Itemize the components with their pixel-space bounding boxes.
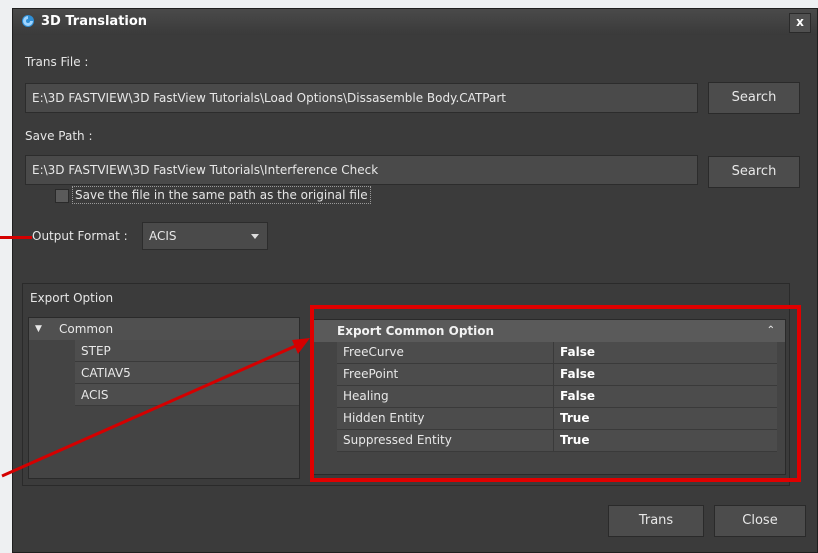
trans-file-input[interactable]: E:\3D FASTVIEW\3D FastView Tutorials\Loa… [25, 83, 698, 113]
property-name: FreePoint [343, 367, 399, 381]
property-value[interactable]: False [553, 364, 595, 385]
property-row[interactable]: Healing False [337, 386, 777, 408]
property-name: Healing [343, 389, 389, 403]
chevron-down-icon [251, 234, 259, 239]
property-name: Hidden Entity [343, 411, 425, 425]
property-grid-header[interactable]: Export Common Option ⌃ [311, 320, 785, 342]
save-path-input[interactable]: E:\3D FASTVIEW\3D FastView Tutorials\Int… [25, 155, 698, 185]
property-grid: Export Common Option ⌃ FreeCurve False F… [310, 319, 786, 475]
dialog-titlebar: 3D Translation x [13, 9, 817, 35]
app-logo-icon [22, 15, 34, 27]
property-row[interactable]: FreeCurve False [337, 342, 777, 364]
property-value[interactable]: False [553, 342, 595, 363]
annotation-pointer-line [0, 236, 32, 239]
property-value[interactable]: False [553, 386, 595, 407]
property-grid-title: Export Common Option [337, 324, 495, 338]
trans-button[interactable]: Trans [608, 505, 704, 537]
save-path-search-button[interactable]: Search [708, 156, 800, 188]
property-row[interactable]: FreePoint False [337, 364, 777, 386]
close-button[interactable]: Close [714, 505, 806, 537]
chevron-up-icon[interactable]: ⌃ [767, 320, 775, 342]
same-path-checkbox[interactable] [55, 189, 69, 203]
trans-file-label: Trans File : [25, 55, 89, 69]
property-value[interactable]: True [553, 430, 589, 451]
same-path-checkbox-label[interactable]: Save the file in the same path as the or… [72, 186, 371, 204]
export-option-title: Export Option [30, 291, 114, 305]
output-format-select[interactable]: ACIS [142, 222, 268, 250]
property-name: FreeCurve [343, 345, 404, 359]
output-format-value: ACIS [149, 229, 177, 243]
property-value[interactable]: True [553, 408, 589, 429]
close-icon[interactable]: x [789, 13, 811, 33]
trans-file-search-button[interactable]: Search [708, 82, 800, 114]
property-row[interactable]: Suppressed Entity True [337, 430, 777, 452]
annotation-arrow-icon [1, 338, 310, 478]
property-row[interactable]: Hidden Entity True [337, 408, 777, 430]
output-format-label: Output Format : [32, 229, 128, 243]
property-name: Suppressed Entity [343, 433, 452, 447]
dialog-title: 3D Translation [41, 14, 148, 29]
save-path-label: Save Path : [25, 129, 93, 143]
